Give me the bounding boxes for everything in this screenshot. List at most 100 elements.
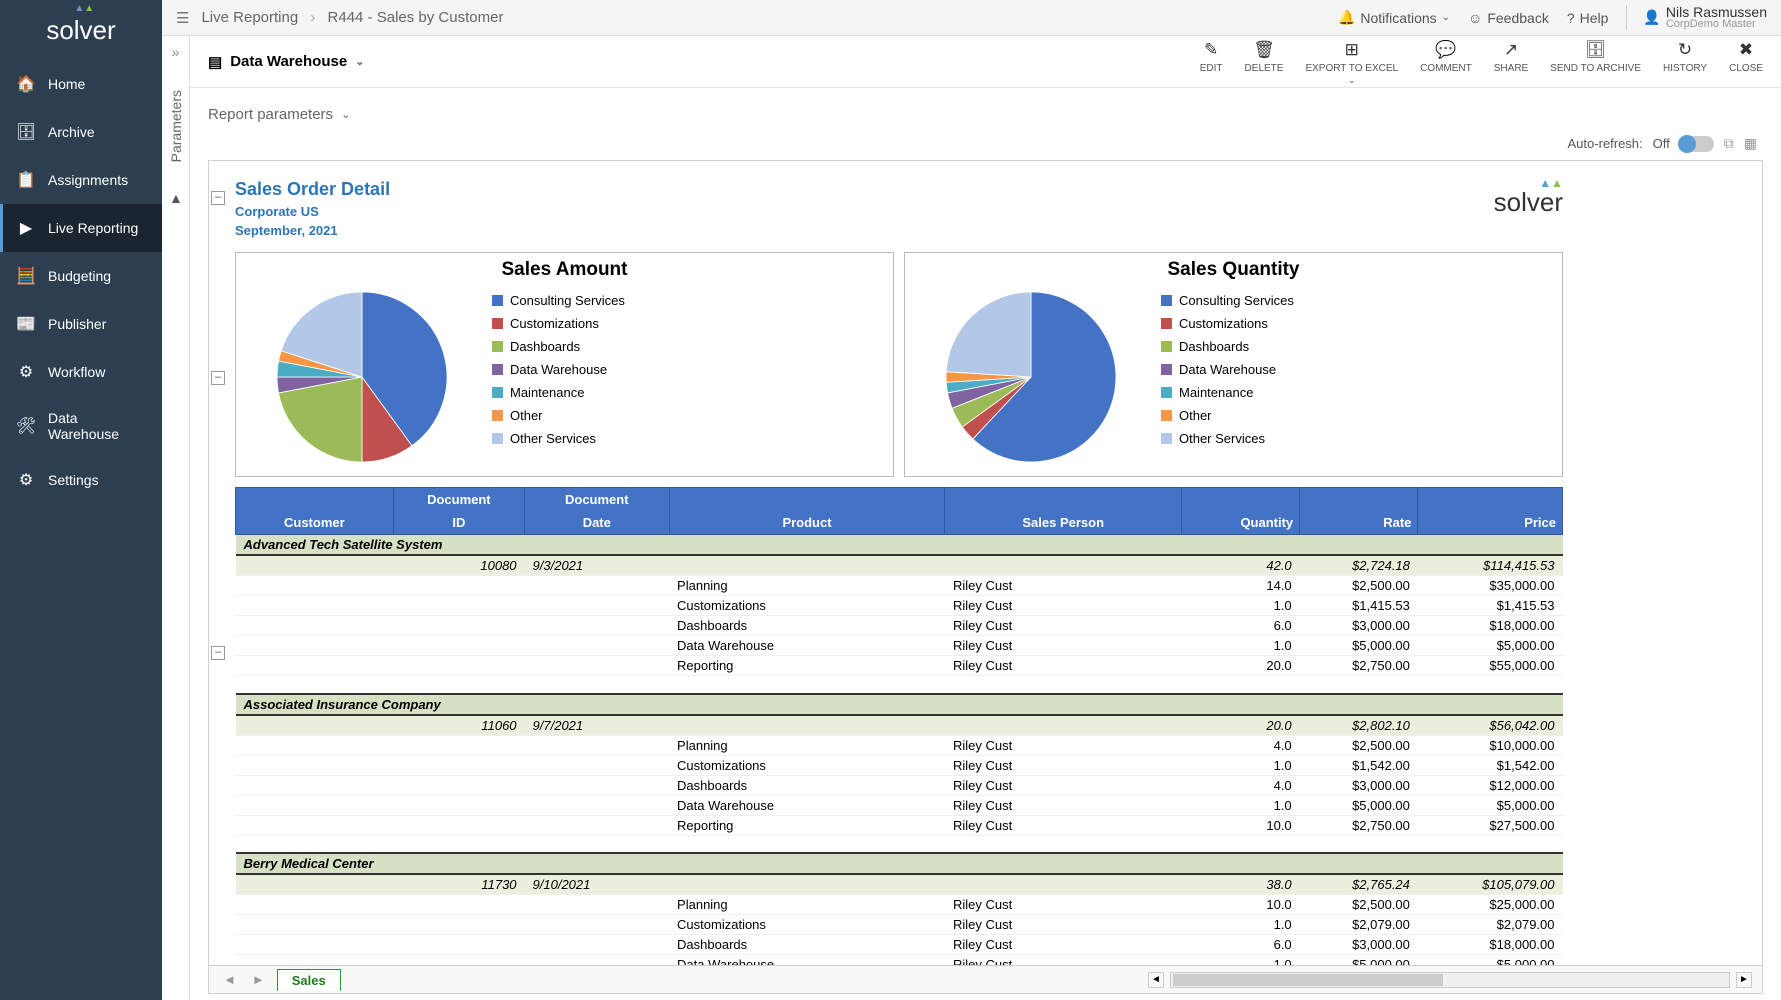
auto-refresh-toggle[interactable]	[1680, 136, 1714, 152]
delete-icon: 🗑	[1253, 40, 1275, 60]
popout-icon[interactable]: ⧉	[1724, 135, 1734, 152]
collapse-handle[interactable]: –	[211, 646, 225, 660]
line-row: Data WarehouseRiley Cust1.0$5,000.00$5,0…	[236, 955, 1563, 966]
legend-item: Other	[492, 408, 887, 423]
legend-swatch	[492, 387, 503, 398]
col-doc-id: Document	[393, 488, 524, 512]
comment-button[interactable]: 💬COMMENT	[1420, 40, 1472, 83]
legend-swatch	[492, 410, 503, 421]
sheet-next-icon[interactable]: ►	[248, 972, 269, 987]
share-button[interactable]: ↗SHARE	[1494, 40, 1528, 83]
wrench-icon: 🛠	[16, 416, 36, 436]
spacer-row	[236, 835, 1563, 853]
filter-icon[interactable]: ▼	[169, 192, 183, 208]
comment-icon: 💬	[1435, 40, 1456, 60]
collapse-handle[interactable]: –	[211, 191, 225, 205]
sidebar-item-data-warehouse[interactable]: 🛠Data Warehouse	[0, 396, 162, 456]
legend-swatch	[1161, 364, 1172, 375]
archive-icon: 🗄	[1585, 40, 1607, 60]
report-viewport: – – – Sales Order Detail Corporate US Se…	[208, 160, 1763, 994]
chart-sales-amount: Sales Amount Consulting ServicesCustomiz…	[235, 252, 894, 477]
legend-swatch	[1161, 433, 1172, 444]
history-icon: ↻	[1678, 40, 1692, 60]
delete-button[interactable]: 🗑DELETE	[1245, 40, 1284, 83]
legend-item: Data Warehouse	[1161, 362, 1556, 377]
sidebar-item-label: Live Reporting	[48, 220, 138, 236]
export-button[interactable]: ⊞EXPORT TO EXCEL⌄	[1305, 40, 1398, 83]
auto-refresh-state: Off	[1653, 136, 1670, 151]
user-role: CorpDemo Master	[1666, 19, 1767, 30]
user-menu[interactable]: 👤 Nils Rasmussen CorpDemo Master	[1626, 5, 1767, 30]
legend-swatch	[492, 364, 503, 375]
customer-row: Advanced Tech Satellite System	[236, 535, 1563, 556]
line-row: DashboardsRiley Cust6.0$3,000.00$18,000.…	[236, 935, 1563, 955]
help-link[interactable]: ?Help	[1567, 10, 1609, 26]
document-row: 100809/3/202142.0$2,724.18$114,415.53	[236, 555, 1563, 576]
legend-swatch	[1161, 341, 1172, 352]
customer-row: Associated Insurance Company	[236, 694, 1563, 715]
notifications-menu[interactable]: 🔔Notifications⌄	[1338, 9, 1450, 26]
sidebar-item-budgeting[interactable]: 🧮 Budgeting	[0, 252, 162, 300]
archive-icon: 🗄	[16, 122, 36, 142]
line-row: PlanningRiley Cust14.0$2,500.00$35,000.0…	[236, 576, 1563, 596]
legend-item: Consulting Services	[492, 293, 887, 308]
sidebar-item-home[interactable]: 🏠Home	[0, 60, 162, 108]
line-row: CustomizationsRiley Cust1.0$1,542.00$1,5…	[236, 755, 1563, 775]
breadcrumb: Live Reporting › R444 - Sales by Custome…	[201, 9, 1338, 26]
legend-item: Dashboards	[492, 339, 887, 354]
share-icon: ↗	[1504, 40, 1518, 60]
sidebar-item-label: Assignments	[48, 172, 128, 188]
line-row: ReportingRiley Cust10.0$2,750.00$27,500.…	[236, 815, 1563, 835]
legend-item: Other Services	[1161, 431, 1556, 446]
collapse-handle[interactable]: –	[211, 371, 225, 385]
legend-swatch	[1161, 295, 1172, 306]
legend-item: Maintenance	[492, 385, 887, 400]
legend-item: Other	[1161, 408, 1556, 423]
export-icon: ⊞	[1345, 40, 1359, 60]
spacer-row	[236, 676, 1563, 694]
feedback-link[interactable]: ☺Feedback	[1468, 10, 1549, 26]
expand-rail-icon[interactable]: »	[172, 44, 180, 60]
user-icon: 👤	[1643, 9, 1660, 26]
data-source-dropdown[interactable]: ▤ Data Warehouse ⌄	[208, 53, 364, 71]
sidebar-item-label: Settings	[48, 472, 99, 488]
sidebar-item-settings[interactable]: ⚙ Settings	[0, 456, 162, 504]
chevron-down-icon: ⌄	[341, 108, 350, 121]
parameters-label: Parameters	[168, 90, 184, 162]
legend-item: Data Warehouse	[492, 362, 887, 377]
scroll-right-icon[interactable]: ►	[1736, 972, 1752, 988]
sidebar-item-workflow[interactable]: ⚙Workflow	[0, 348, 162, 396]
publish-icon: 📰	[16, 314, 36, 334]
sidebar-item-label: Workflow	[48, 364, 105, 380]
line-row: ReportingRiley Cust20.0$2,750.00$55,000.…	[236, 656, 1563, 676]
sidebar-item-label: Budgeting	[48, 268, 111, 284]
calc-icon: 🧮	[16, 266, 36, 286]
col-price: Price	[1418, 511, 1563, 535]
sheet-tab-sales[interactable]: Sales	[277, 969, 341, 991]
report-parameters-toggle[interactable]: Report parameters ⌄	[190, 88, 1781, 135]
chevron-right-icon: ›	[310, 9, 315, 26]
home-icon: 🏠	[16, 74, 36, 94]
scroll-left-icon[interactable]: ◄	[1148, 972, 1164, 988]
sidebar-item-publisher[interactable]: 📰Publisher	[0, 300, 162, 348]
bell-icon: 🔔	[1338, 9, 1355, 26]
sidebar-item-live-reporting[interactable]: ▶Live Reporting	[0, 204, 162, 252]
horizontal-scrollbar[interactable]	[1170, 972, 1730, 988]
history-button[interactable]: ↻HISTORY	[1663, 40, 1707, 83]
gear-icon: ⚙	[16, 470, 36, 490]
edit-button[interactable]: ✎EDIT	[1200, 40, 1223, 83]
sidebar-item-assignments[interactable]: 📋Assignments	[0, 156, 162, 204]
legend-swatch	[1161, 318, 1172, 329]
col-quantity: Quantity	[1181, 511, 1299, 535]
close-button[interactable]: ✖CLOSE	[1729, 40, 1763, 83]
sheet-prev-icon[interactable]: ◄	[219, 972, 240, 987]
grid-view-icon[interactable]: ▦	[1744, 135, 1757, 152]
legend-swatch	[492, 341, 503, 352]
col-salesperson: Sales Person	[945, 511, 1181, 535]
sidebar: ▲▲ solver 🏠Home🗄Archive📋Assignments▶Live…	[0, 0, 162, 1000]
hamburger-icon[interactable]: ☰	[176, 9, 189, 27]
breadcrumb-root[interactable]: Live Reporting	[201, 9, 298, 26]
archive-button[interactable]: 🗄SEND TO ARCHIVE	[1550, 40, 1641, 83]
report-scroll[interactable]: – – – Sales Order Detail Corporate US Se…	[209, 161, 1762, 965]
sidebar-item-archive[interactable]: 🗄Archive	[0, 108, 162, 156]
